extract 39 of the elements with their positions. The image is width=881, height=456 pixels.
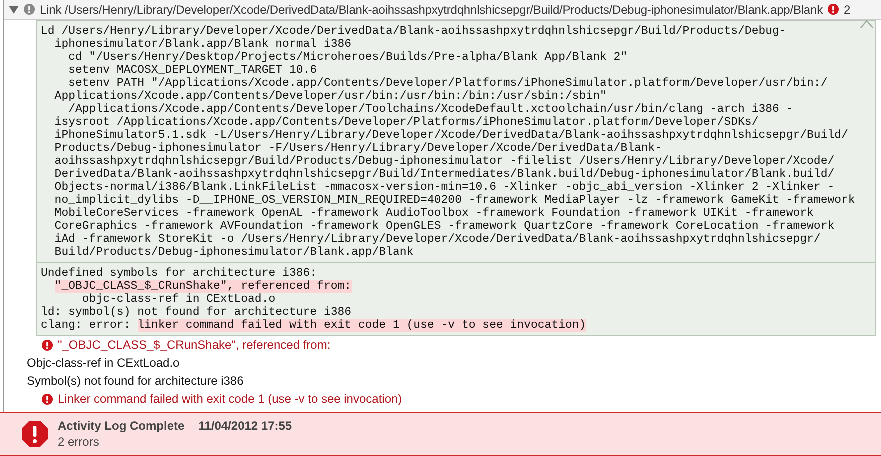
log-line: isysroot /Applications/Xcode.app/Contents/Developer/Platforms/iPhoneSimulator.platform/Developer/SDKs/	[54, 116, 760, 129]
log-line: objc-class-ref in CExtLoad.o	[81, 293, 277, 306]
log-line: iphonesimulator/Blank.app/Blank normal i386	[54, 38, 353, 51]
status-timestamp: 11/04/2012 17:55	[198, 419, 292, 433]
log-line: Applications/Xcode.app/Contents/Developer/usr/bin:/usr/bin:/bin:/usr/sbin:/sbin"	[54, 90, 608, 103]
log-message[interactable]: Objc-class-ref in CExtLoad.o	[27, 356, 180, 370]
log-line: ld: symbol(s) not found for architecture i386	[41, 306, 353, 319]
log-line: /Applications/Xcode.app/Contents/Developer/Toolchains/XcodeDefault.xctoolchain/usr/bin/clang -arch i386 -	[68, 103, 794, 116]
warning-circle-icon	[24, 4, 35, 15]
error-summary: 2 errors	[58, 435, 100, 449]
error-icon	[42, 340, 53, 350]
error-icon	[828, 4, 839, 15]
log-line: cd "/Users/Henry/Desktop/Projects/Microheroes/Builds/Pre-alpha/Blank App/Blank 2"	[68, 51, 629, 64]
log-line: MobileCoreServices -framework OpenAL -framework AudioToolbox -framework Foundation -framework UIKit -framework	[54, 207, 815, 220]
log-line: Build/Products/Debug-iphonesimulator/Blank.app/Blank	[54, 246, 415, 259]
log-line: no_implicit_dylibs -D__IPHONE_OS_VERSION_MIN_REQUIRED=40200 -framework MediaPlayer -lz -framework GameKit -framework	[54, 194, 856, 207]
status-title: Activity Log Complete	[58, 419, 185, 433]
highlighted-error-text: "_OBJC_CLASS_$_CRunShake", referenced from:	[54, 280, 352, 293]
log-message[interactable]: Symbol(s) not found for architecture i386	[27, 374, 244, 388]
log-line: iAd -framework StoreKit -o /Users/Henry/Library/Developer/Xcode/DerivedData/Blank-aoihssashpxytrdqhnlshicsepgr/	[54, 233, 822, 246]
error-message[interactable]: "_OBJC_CLASS_$_CRunShake", referenced from:	[58, 338, 331, 352]
log-line: Ld /Users/Henry/Library/Developer/Xcode/DerivedData/Blank-aoihssashpxytrdqhnlshicsepgr/Build/Products/Debug-	[41, 25, 788, 38]
log-line: setenv PATH "/Applications/Xcode.app/Contents/Developer/Platforms/iPhoneSimulator.platform/Developer/usr/bin:/	[68, 77, 829, 90]
log-line: Products/Debug-iphonesimulator -F/Users/Henry/Library/Developer/Xcode/DerivedData/Blank-	[54, 142, 664, 155]
error-icon	[42, 394, 53, 404]
log-line: DerivedData/Blank-aoihssashpxytrdqhnlshicsepgr/Build/Intermediates/Blank.build/Debug-iphonesimulator/Blank.build/	[54, 168, 836, 181]
error-message[interactable]: Linker command failed with exit code 1 (use -v to see invocation)	[58, 392, 402, 406]
error-count: 2	[844, 2, 851, 16]
log-text: clang: error:	[41, 319, 132, 332]
build-step-title: Link /Users/Henry/Library/Developer/Xcode/DerivedData/Blank-aoihssashpxytrdqhnlshicsepgr/Build/Products/Debug-iphonesimulator/Blank.app/Blank	[40, 2, 823, 16]
log-line: iPhoneSimulator5.1.sdk -L/Users/Henry/Library/Developer/Xcode/DerivedData/Blank-aoihssashpxytrdqhnlshicsepgr/Build/	[54, 129, 850, 142]
log-line: setenv MACOSX_DEPLOYMENT_TARGET 10.6	[68, 64, 318, 77]
disclosure-triangle-icon[interactable]	[9, 4, 19, 14]
stop-error-icon	[22, 421, 48, 447]
log-line: Undefined symbols for architecture i386:	[41, 267, 318, 280]
log-line: Objects-normal/i386/Blank.LinkFileList -mmacosx-version-min=10.6 -Xlinker -objc_abi_version -Xlinker 2 -Xlinker -	[54, 181, 836, 194]
log-line: aoihssashpxytrdqhnlshicsepgr/Build/Products/Debug-iphonesimulator -filelist /Users/Henry/Library/Developer/Xcode/	[54, 155, 836, 168]
log-line: CoreGraphics -framework AVFoundation -framework OpenGLES -framework QuartzCore -framework CoreLocation -framework	[54, 220, 836, 233]
highlighted-error-text: linker command failed with exit code 1 (use -v to see invocation)	[138, 319, 586, 332]
